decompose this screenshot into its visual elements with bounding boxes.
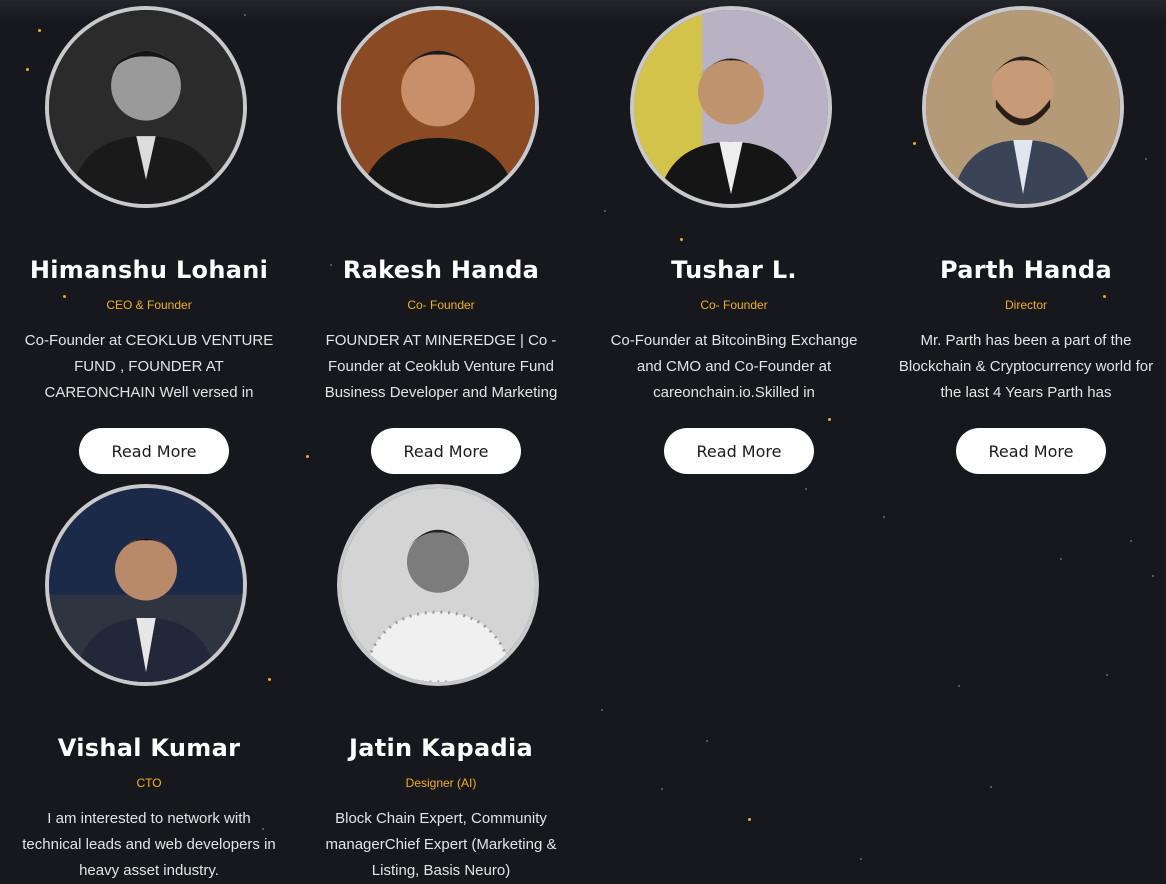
read-more-button[interactable]: Read More — [664, 428, 814, 474]
member-role: Co- Founder — [407, 298, 475, 312]
member-bio: Mr. Parth has been a part of the Blockch… — [898, 332, 1154, 401]
member-name: Jatin Kapadia — [349, 734, 533, 762]
member-name: Parth Handa — [940, 256, 1112, 284]
member-role: Co- Founder — [700, 298, 768, 312]
member-name: Rakesh Handa — [342, 256, 540, 284]
member-name: Vishal Kumar — [57, 734, 241, 762]
member-role: Director — [1004, 298, 1047, 312]
read-more-button[interactable]: Read More — [371, 428, 521, 474]
member-name: Himanshu Lohani — [29, 256, 269, 284]
avatar — [337, 6, 539, 208]
avatar — [337, 484, 539, 686]
member-role: CTO — [136, 776, 162, 790]
member-bio: Co-Founder at CEOKLUB VENTURE FUND , FOU… — [24, 332, 274, 401]
avatar — [630, 6, 832, 208]
profile-photo — [926, 10, 1120, 204]
member-bio: FOUNDER AT MINEREDGE | Co -Founder at Ce… — [324, 332, 558, 401]
member-bio: Block Chain Expert, Community managerChi… — [325, 810, 557, 879]
member-bio: Co-Founder at BitcoinBing Exchange and C… — [610, 332, 858, 401]
read-more-button[interactable]: Read More — [956, 428, 1106, 474]
member-role: CEO & Founder — [106, 298, 192, 312]
avatar — [45, 484, 247, 686]
member-name: Tushar L. — [671, 256, 797, 284]
profile-photo — [341, 10, 535, 204]
read-more-button[interactable]: Read More — [79, 428, 229, 474]
profile-photo — [341, 488, 535, 682]
avatar — [45, 6, 247, 208]
profile-photo — [49, 488, 243, 682]
member-role: Designer (AI) — [405, 776, 477, 790]
avatar — [922, 6, 1124, 208]
member-bio: I am interested to network with technica… — [22, 810, 276, 879]
profile-photo — [634, 10, 828, 204]
profile-photo — [49, 10, 243, 204]
